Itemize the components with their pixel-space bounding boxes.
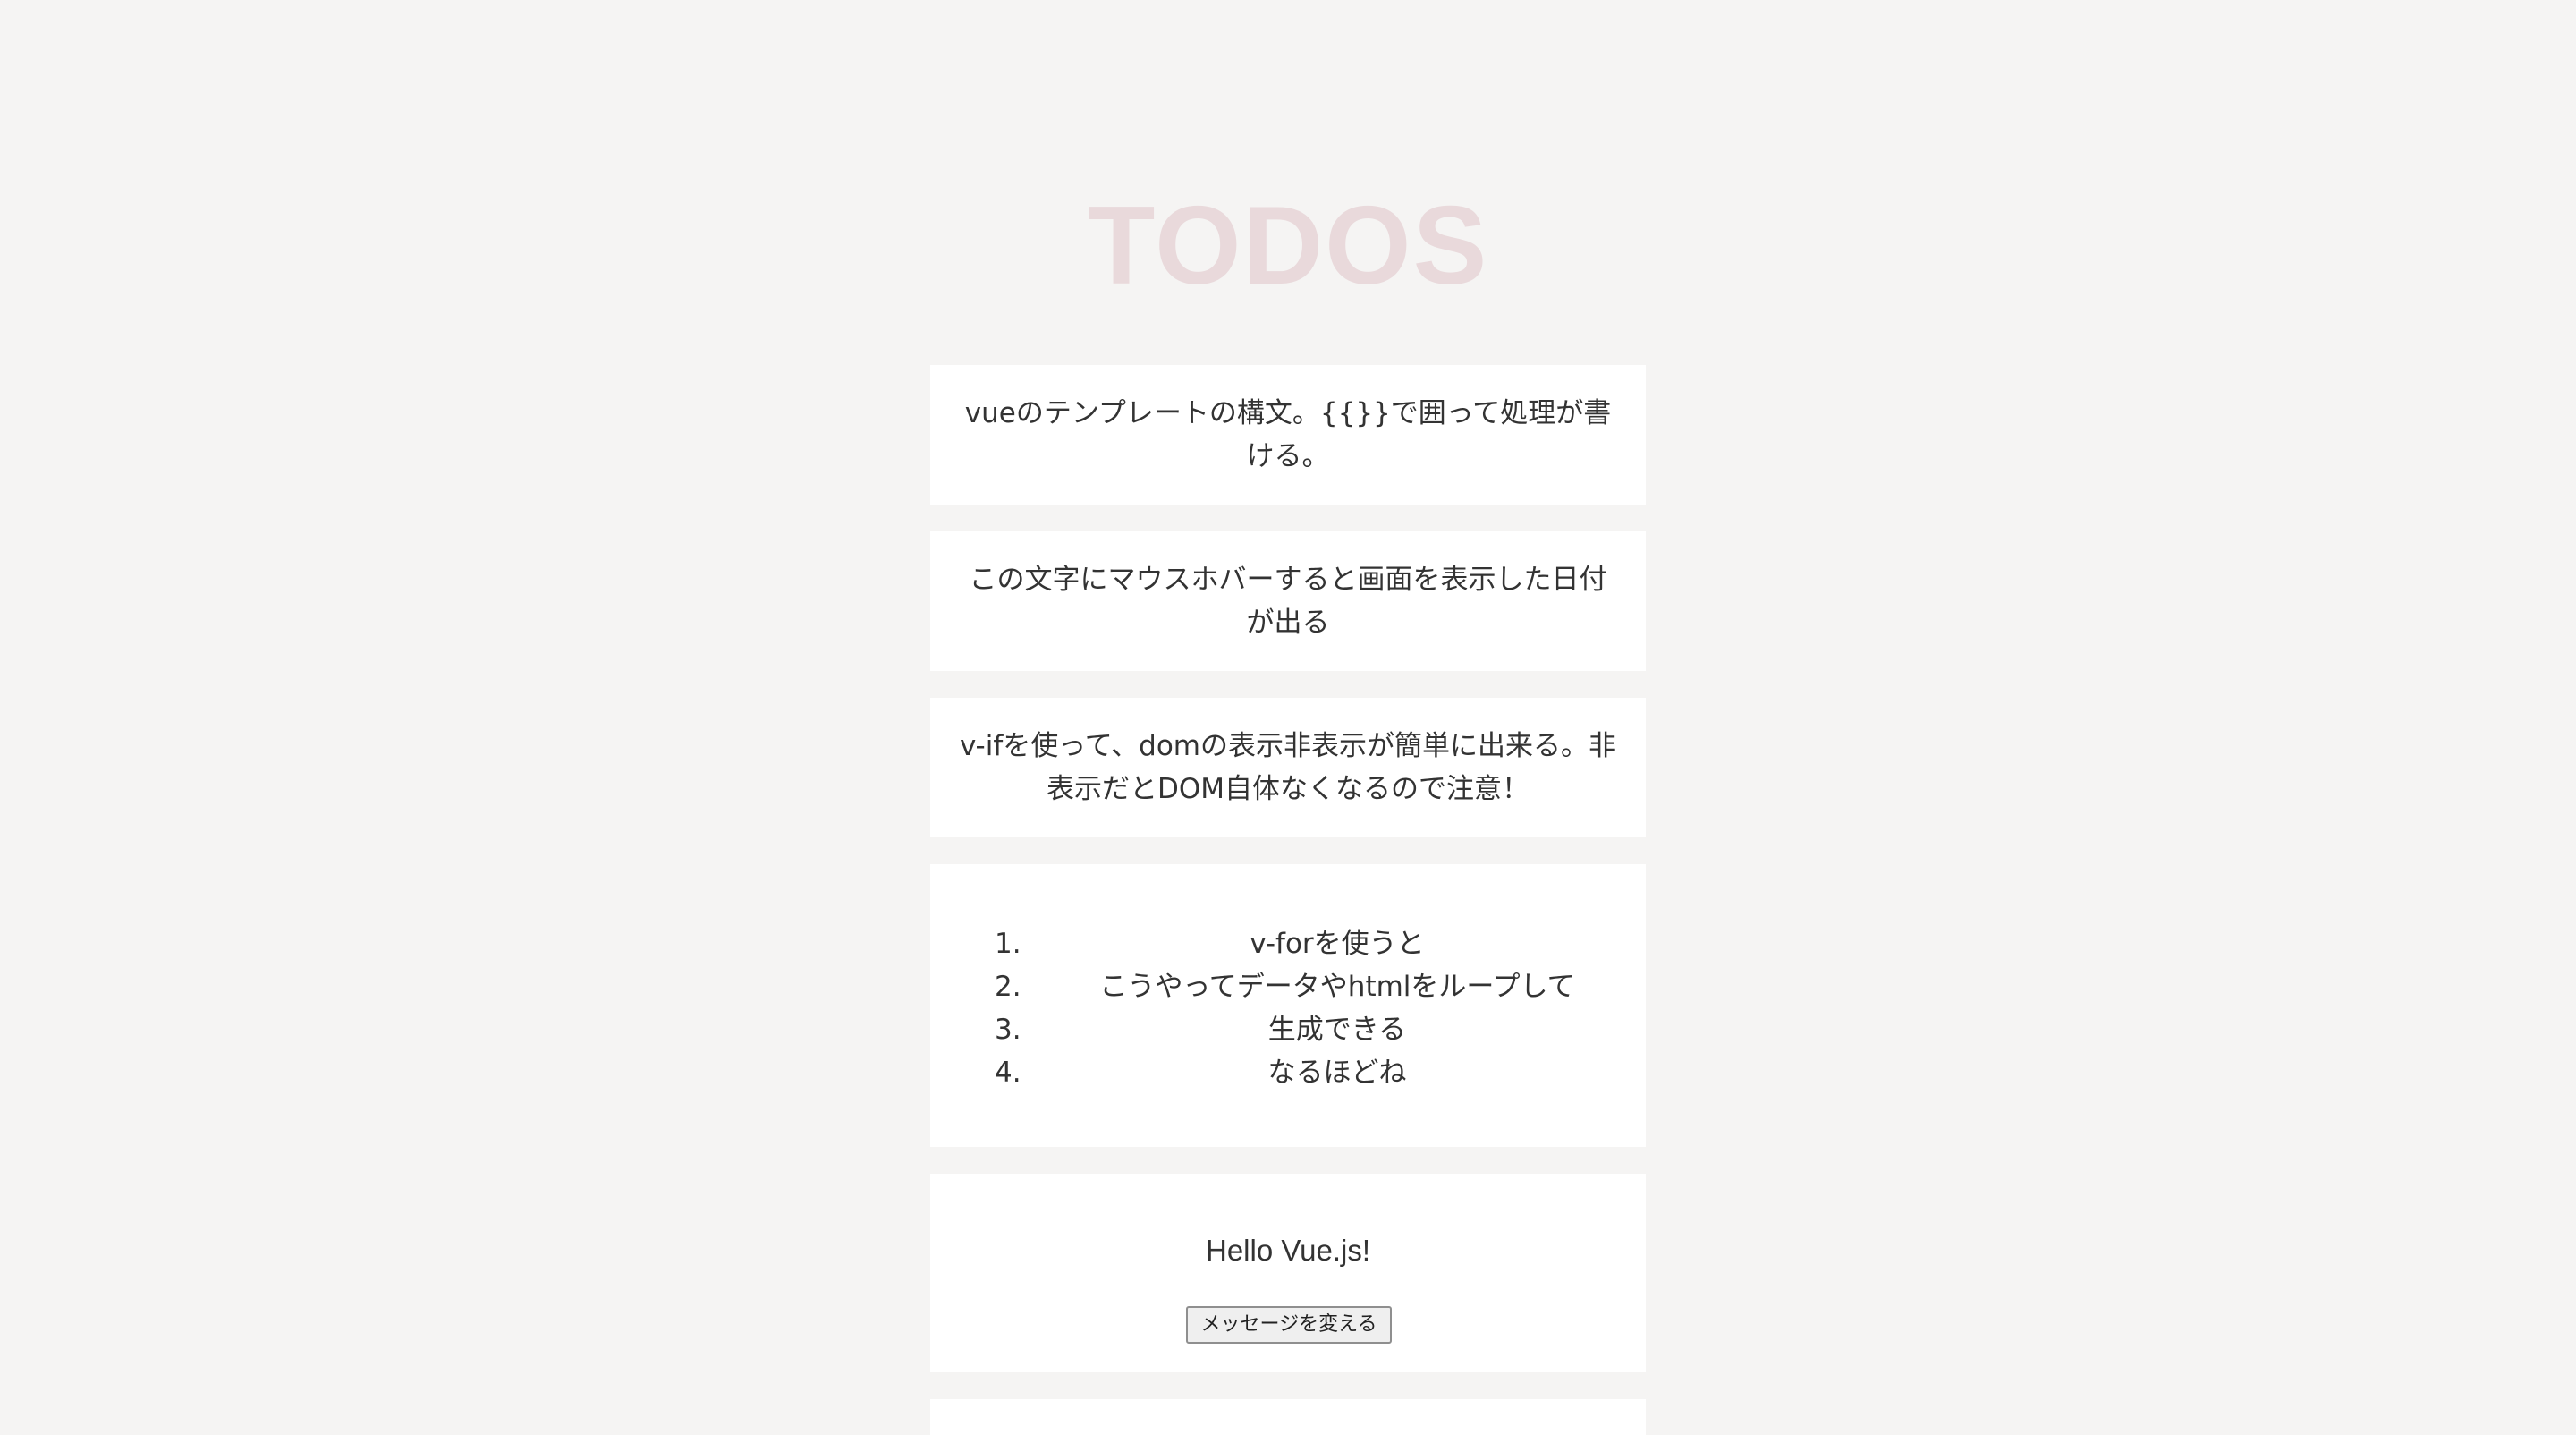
card-text[interactable]: この文字にマウスホバーすると画面を表示した日付が出る <box>957 558 1619 644</box>
list-item-text: 生成できる <box>1267 1014 1407 1046</box>
v-if-card: v-ifを使って、domの表示非表示が簡単に出来る。非表示だとDOM自体なくなる… <box>930 698 1646 837</box>
card-text: v-ifを使って、domの表示非表示が簡単に出来る。非表示だとDOM自体なくなる… <box>960 730 1616 805</box>
template-syntax-card: vueのテンプレートの構文。{{}}で囲って処理が書ける。 <box>930 365 1646 505</box>
list-item-text: v-forを使うと <box>1250 928 1425 960</box>
list-item: 1. v-forを使うと <box>930 922 1646 965</box>
list-item-number: 1. <box>995 928 1021 960</box>
todo-list: 1. v-forを使うと 2. こうやってデータやhtmlをループして 3. 生… <box>930 922 1646 1094</box>
message-card: Hello Vue.js! メッセージを変える <box>930 1174 1646 1372</box>
next-card <box>930 1399 1646 1435</box>
v-for-list-card: 1. v-forを使うと 2. こうやってデータやhtmlをループして 3. 生… <box>930 864 1646 1147</box>
change-message-button[interactable]: メッセージを変える <box>1186 1306 1392 1344</box>
page-title: TODOS <box>1087 184 1489 308</box>
list-item: 4. なるほどね <box>930 1051 1646 1094</box>
list-item: 3. 生成できる <box>930 1008 1646 1051</box>
list-item-text: なるほどね <box>1267 1057 1407 1089</box>
list-item-number: 4. <box>995 1057 1021 1089</box>
list-item-number: 3. <box>995 1014 1021 1046</box>
card-text: vueのテンプレートの構文。{{}}で囲って処理が書ける。 <box>964 397 1612 472</box>
hello-message: Hello Vue.js! <box>1205 1234 1371 1267</box>
list-item: 2. こうやってデータやhtmlをループして <box>930 965 1646 1008</box>
hover-date-card[interactable]: この文字にマウスホバーすると画面を表示した日付が出る <box>930 531 1646 671</box>
list-item-text: こうやってデータやhtmlをループして <box>1099 971 1575 1003</box>
list-item-number: 2. <box>995 971 1021 1003</box>
